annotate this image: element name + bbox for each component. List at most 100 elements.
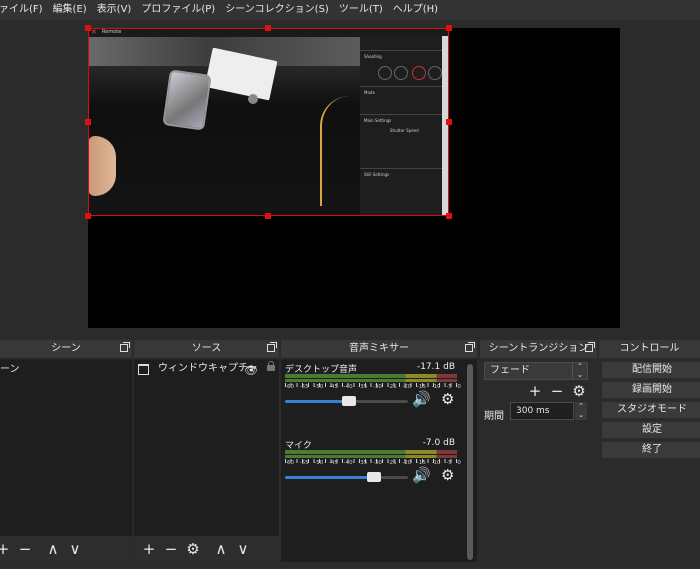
mixer-title: 音声ミキサー (281, 340, 477, 358)
mixer-scrollbar[interactable] (467, 364, 473, 560)
move-up-button[interactable]: ∧ (210, 536, 232, 562)
duration-input[interactable]: 300 ms (510, 402, 574, 420)
controls-dock: コントロール 配信開始 録画開始 スタジオモード 設定 終了 (599, 340, 700, 562)
scale-label: -25 (387, 460, 397, 466)
remove-source-button[interactable]: − (160, 536, 182, 562)
transition-selected: フェード (490, 365, 530, 376)
menu-file[interactable]: ァイル(F) (0, 0, 48, 20)
preview-area: ✕ Remote Shooting Mode Main Settings Shu… (0, 20, 700, 338)
level-meter (285, 455, 457, 458)
source-properties-gear-icon[interactable]: ⚙ (182, 536, 204, 562)
move-up-button[interactable]: ∧ (42, 536, 64, 562)
scale-label: -30 (372, 460, 382, 466)
scale-label: -55 (299, 460, 309, 466)
scale-label: -10 (431, 460, 441, 466)
duration-value: 300 ms (516, 406, 550, 416)
scale-label: -40 (343, 460, 353, 466)
audio-mixer-dock: 音声ミキサー デスクトップ音声 -17.1 dB -60 -55 -50 -45 -40… (281, 340, 477, 562)
scale-label: -10 (431, 384, 441, 390)
gear-icon[interactable]: ⚙ (441, 390, 454, 408)
undock-icon[interactable] (465, 342, 475, 352)
transitions-dock: シーントランジション フェード ⌃ ⌄ + − ⚙ 期間 300 ms ⌃ ⌄ (480, 340, 597, 562)
settings-button[interactable]: 設定 (602, 422, 700, 438)
remove-transition-button[interactable]: − (546, 378, 568, 404)
scale-label: -60 (285, 384, 294, 390)
meter-scale: -60 -55 -50 -45 -40 -35 -30 -25 -20 -15 -10 -5 0 (285, 384, 461, 390)
undock-icon[interactable] (267, 342, 277, 352)
scale-label: -45 (328, 460, 338, 466)
menu-tools[interactable]: ツール(T) (334, 0, 388, 20)
start-streaming-button[interactable]: 配信開始 (602, 362, 700, 378)
lock-icon[interactable] (267, 361, 275, 371)
menu-view[interactable]: 表示(V) (92, 0, 137, 20)
controls-title: コントロール (599, 340, 700, 358)
scale-label: -50 (314, 384, 324, 390)
scale-label: 0 (457, 384, 461, 390)
level-meter (285, 450, 457, 454)
eye-icon[interactable]: 👁 (244, 363, 258, 379)
add-transition-button[interactable]: + (524, 378, 546, 404)
menu-profile[interactable]: プロファイル(P) (136, 0, 220, 20)
gear-icon[interactable]: ⚙ (441, 466, 454, 484)
speaker-icon[interactable]: 🔊 (412, 390, 431, 408)
scale-label: -50 (314, 460, 324, 466)
volume-handle[interactable] (341, 396, 356, 406)
studio-mode-button[interactable]: スタジオモード (602, 402, 700, 418)
resize-handle[interactable] (446, 25, 452, 31)
volume-handle[interactable] (366, 472, 381, 482)
status-bar (0, 562, 700, 569)
start-recording-button[interactable]: 録画開始 (602, 382, 700, 398)
menu-bar: ァイル(F) 編集(E) 表示(V) プロファイル(P) シーンコレクション(S… (0, 0, 700, 20)
scale-label: -45 (328, 384, 338, 390)
undock-icon[interactable] (120, 342, 130, 352)
level-meter (285, 379, 457, 382)
exit-button[interactable]: 終了 (602, 442, 700, 458)
source-item[interactable]: ウィンドウキャプチャ 👁 (134, 361, 279, 377)
move-down-button[interactable]: ∨ (64, 536, 86, 562)
volume-slider[interactable] (285, 396, 408, 406)
add-source-button[interactable]: + (138, 536, 160, 562)
channel-db: -17.1 dB (416, 362, 455, 372)
scale-label: -25 (387, 384, 397, 390)
scale-label: -40 (343, 384, 353, 390)
duration-spinner[interactable]: ⌃ ⌄ (575, 402, 587, 420)
menu-help[interactable]: ヘルプ(H) (388, 0, 443, 20)
resize-handle[interactable] (85, 25, 91, 31)
scale-label: -30 (372, 384, 382, 390)
add-scene-button[interactable]: + (0, 536, 14, 562)
scale-label: -20 (402, 384, 412, 390)
resize-handle[interactable] (265, 25, 271, 31)
scenes-toolbar: + − ∧ ∨ (0, 536, 132, 562)
resize-handle[interactable] (85, 213, 91, 219)
volume-slider[interactable] (285, 472, 408, 482)
sources-list[interactable]: ウィンドウキャプチャ 👁 (134, 360, 279, 536)
move-down-button[interactable]: ∨ (232, 536, 254, 562)
volume-fill (285, 476, 374, 479)
resize-handle[interactable] (265, 213, 271, 219)
undock-icon[interactable] (585, 342, 595, 352)
transitions-title: シーントランジション (480, 340, 597, 358)
speaker-icon[interactable]: 🔊 (412, 466, 431, 484)
mixer-body: デスクトップ音声 -17.1 dB -60 -55 -50 -45 -40 -35 -30-… (281, 360, 477, 562)
source-label: ウィンドウキャプチャ (158, 363, 258, 374)
channel-db: -7.0 dB (422, 438, 455, 448)
menu-scene-collection[interactable]: シーンコレクション(S) (220, 0, 334, 20)
duration-label: 期間 (484, 411, 504, 422)
scale-label: 0 (457, 460, 461, 466)
scenes-list[interactable]: ーン (0, 360, 132, 536)
volume-fill (285, 400, 349, 403)
scale-label: -55 (299, 384, 309, 390)
meter-scale: -60 -55 -50 -45 -40 -35 -30 -25 -20 -15 -10 -5 0 (285, 460, 461, 466)
remove-scene-button[interactable]: − (14, 536, 36, 562)
scene-item[interactable]: ーン (0, 362, 132, 378)
scale-label: -60 (285, 460, 294, 466)
menu-edit[interactable]: 編集(E) (48, 0, 92, 20)
resize-handle[interactable] (446, 119, 452, 125)
scale-label: -20 (402, 460, 412, 466)
resize-handle[interactable] (85, 119, 91, 125)
transition-gear-icon[interactable]: ⚙ (568, 378, 590, 404)
sources-title: ソース (134, 340, 279, 358)
scenes-title: シーン (0, 340, 132, 358)
resize-handle[interactable] (446, 213, 452, 219)
sources-dock: ソース ウィンドウキャプチャ 👁 + − ⚙ ∧ ∨ (134, 340, 279, 562)
